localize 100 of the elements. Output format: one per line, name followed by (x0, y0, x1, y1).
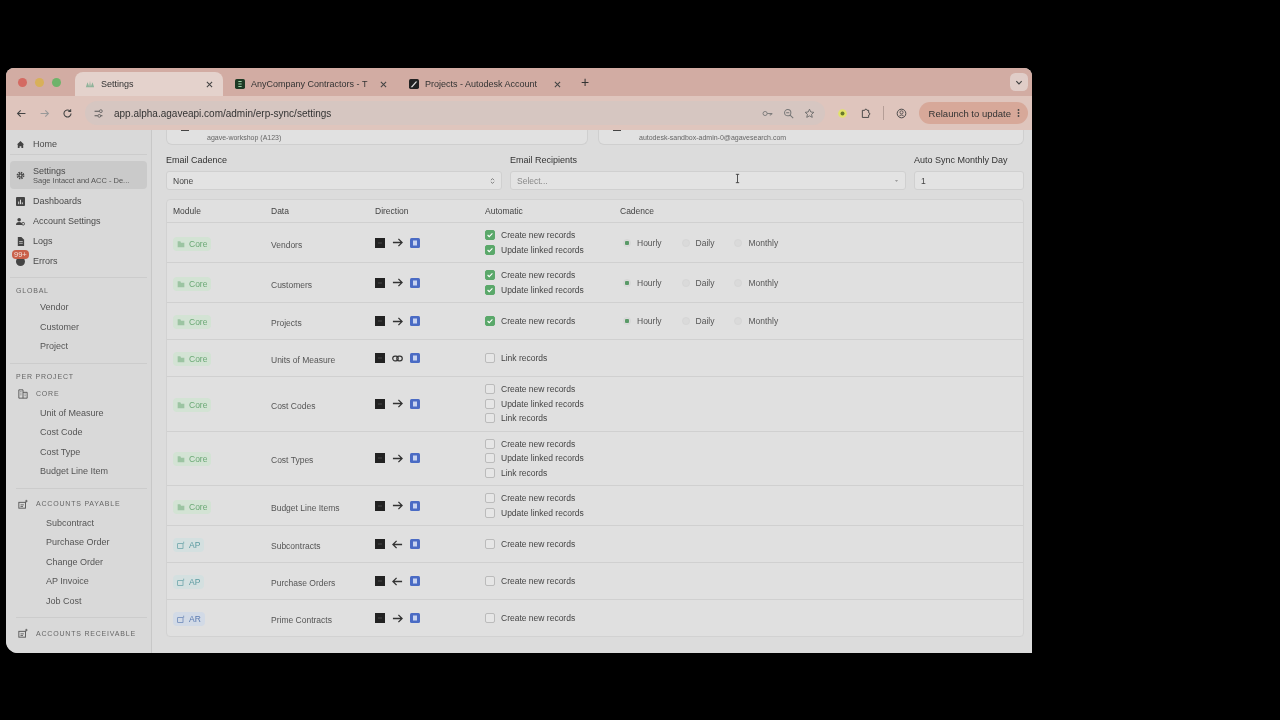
table-cell: Customers (271, 279, 313, 290)
radio-button[interactable] (623, 238, 631, 247)
sidebar-item[interactable]: Subcontract (16, 513, 147, 533)
sidebar-item[interactable]: Vendor (10, 298, 147, 318)
checkbox[interactable] (485, 576, 495, 586)
checkbox-label: Create new records (501, 576, 576, 586)
close-window-button[interactable] (18, 77, 27, 87)
more-icon[interactable] (1017, 108, 1020, 118)
app-icon (375, 277, 385, 288)
relaunch-button[interactable]: Relaunch to update (918, 102, 1028, 124)
sidebar-item[interactable]: Home (10, 134, 147, 155)
puzzle-icon[interactable] (859, 107, 871, 119)
minimize-window-button[interactable] (35, 77, 44, 87)
sidebar-item[interactable]: Cost Type (10, 442, 147, 462)
folder-icon (177, 455, 185, 464)
right-arrow-icon (392, 315, 403, 327)
close-icon[interactable] (554, 80, 561, 88)
checkbox[interactable] (485, 384, 495, 395)
table-cell: Cost Types (271, 455, 314, 466)
radio-button[interactable] (623, 278, 631, 287)
profile-icon[interactable] (895, 107, 907, 119)
ledger-icon (177, 615, 185, 623)
checkbox[interactable] (485, 284, 495, 295)
radio-label: Hourly (637, 316, 662, 326)
checkbox[interactable] (485, 230, 495, 241)
left-arrow-icon (392, 575, 403, 587)
number-field[interactable]: 1 (914, 171, 1024, 190)
checkbox[interactable] (485, 467, 495, 478)
forward-icon[interactable] (39, 107, 50, 119)
reload-icon[interactable] (62, 107, 73, 119)
site-settings-icon[interactable] (93, 107, 104, 119)
address-field[interactable]: app.alpha.agaveapi.com/admin/erp-sync/settings (85, 101, 825, 125)
text-cursor-icon (735, 173, 740, 184)
sidebar-item[interactable]: Dashboards (10, 191, 147, 211)
app-icon (410, 453, 420, 464)
checkbox[interactable] (485, 507, 495, 518)
table-cell: Cost Codes (271, 400, 316, 411)
zoom-out-icon[interactable] (782, 107, 794, 119)
sidebar-item[interactable]: Cost Code (10, 423, 147, 443)
sidebar-item[interactable]: Change Order (16, 552, 147, 572)
checkbox-label: Update linked records (501, 284, 584, 295)
browser-tab[interactable]: Settings (75, 72, 223, 96)
checkbox[interactable] (485, 453, 495, 464)
tab-list-button[interactable] (1010, 73, 1028, 91)
radio-label: Daily (695, 237, 715, 248)
right-arrow-icon (392, 237, 403, 248)
module-label: Core (189, 354, 208, 364)
checkbox[interactable] (485, 539, 495, 549)
sort-caret-icon (490, 176, 495, 185)
close-icon[interactable] (206, 80, 213, 88)
table-cell: Purchase Orders (271, 578, 336, 588)
checkbox[interactable] (485, 270, 495, 281)
home-icon (16, 139, 25, 149)
radio-button[interactable] (623, 317, 631, 325)
checkbox-label: Link records (501, 413, 548, 424)
sidebar-item[interactable]: Customer (10, 317, 147, 337)
ledger-icon (177, 578, 185, 586)
new-tab-button[interactable]: + (573, 74, 598, 90)
checkbox-label: Create new records (501, 316, 576, 326)
maximize-window-button[interactable] (52, 77, 61, 87)
sidebar-item[interactable]: Project (10, 337, 147, 357)
checkbox-label: Create new records (501, 384, 576, 395)
checkbox[interactable] (485, 316, 495, 326)
extension-icon[interactable] (836, 107, 848, 119)
checkbox[interactable] (485, 413, 495, 424)
browser-tab[interactable]: Projects - Autodesk Account (399, 72, 571, 96)
module-label: Core (189, 317, 208, 327)
checkbox[interactable] (485, 438, 495, 449)
sidebar-item[interactable]: Logs (10, 231, 147, 251)
sidebar-item[interactable]: AP Invoice (16, 572, 147, 592)
sidebar-item[interactable]: Account Settings (10, 211, 147, 231)
sidebar-item[interactable]: Job Cost (16, 591, 147, 611)
module-label: Core (189, 399, 208, 410)
checkbox[interactable] (485, 613, 495, 623)
checkbox-label: Create new records (501, 270, 576, 281)
left-arrow-icon (392, 538, 403, 550)
radio-label: Monthly (748, 316, 779, 326)
close-icon[interactable] (380, 80, 387, 88)
sidebar-item[interactable]: Budget Line Item (10, 462, 147, 482)
checkbox-label: Create new records (501, 493, 576, 504)
checkbox[interactable] (485, 493, 495, 504)
right-arrow-icon (392, 452, 403, 464)
app-icon (410, 576, 420, 586)
checkbox[interactable] (485, 398, 495, 409)
sidebar-item[interactable]: Purchase Order (16, 533, 147, 553)
sidebar-item[interactable]: Unit of Measure (10, 403, 147, 423)
checkbox-label: Link records (501, 353, 548, 363)
browser-tab[interactable]: AnyCompany Contractors - T (225, 72, 397, 96)
back-icon[interactable] (16, 107, 27, 119)
folder-icon (177, 239, 185, 248)
triangle-logo-icon (409, 79, 419, 89)
column-header: Module (173, 206, 202, 216)
radio-label: Daily (695, 316, 715, 326)
checkbox[interactable] (485, 353, 495, 363)
select-field[interactable]: None (166, 171, 502, 190)
select-field[interactable]: Select... (510, 171, 906, 190)
app-icon (375, 237, 385, 248)
star-icon[interactable] (803, 107, 815, 119)
table-cell: Units of Measure (271, 355, 336, 365)
checkbox[interactable] (485, 244, 495, 255)
